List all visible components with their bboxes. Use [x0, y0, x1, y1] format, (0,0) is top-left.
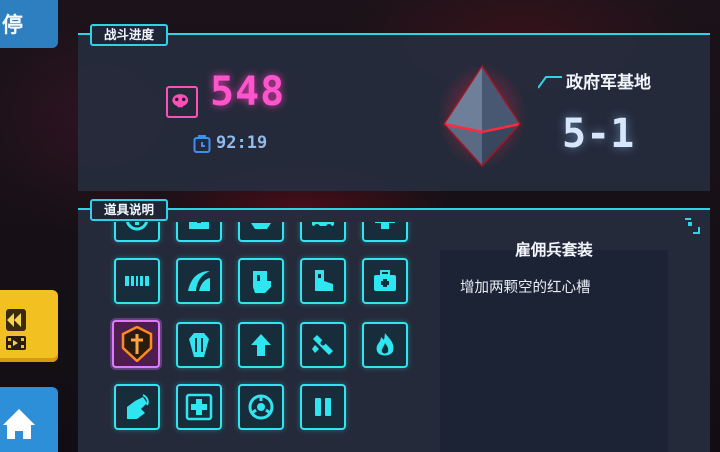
score-value: 548 — [210, 69, 286, 115]
timer-icon — [193, 135, 211, 153]
target-icon — [248, 394, 274, 420]
item-description-tab: 道具说明 — [90, 199, 169, 221]
stage-crystal-icon — [438, 64, 526, 168]
boot-icon — [315, 270, 333, 291]
home-icon — [3, 409, 35, 439]
cup-icon — [251, 223, 271, 229]
item-description-panel: 道具说明 雇佣兵套装 增加两颗空的红心槽 — [78, 199, 710, 452]
car-icon — [312, 222, 334, 230]
hand-fire-icon — [127, 394, 149, 419]
pause-label: 停 — [2, 13, 23, 37]
item-coffin[interactable] — [176, 322, 222, 368]
item-pause-bars[interactable] — [300, 384, 346, 430]
item-chest[interactable] — [176, 222, 222, 242]
item-detail-description: 增加两颗空的红心槽 — [460, 280, 591, 296]
chest-icon — [189, 222, 209, 229]
item-coin[interactable] — [114, 222, 160, 242]
fire-icon — [376, 333, 394, 356]
dagger-shield-icon — [121, 326, 153, 362]
pause-bars-icon — [315, 398, 331, 416]
item-detail-title: 雇佣兵套装 — [515, 241, 593, 259]
item-target[interactable] — [238, 384, 284, 430]
medkit-icon — [374, 270, 396, 291]
battle-progress-tab: 战斗进度 — [90, 24, 169, 46]
health-cross-icon — [375, 222, 395, 229]
plus-icon — [185, 393, 213, 421]
item-arrow-up[interactable] — [238, 322, 284, 368]
item-grid[interactable] — [98, 222, 428, 452]
item-boot[interactable] — [300, 258, 346, 304]
coin-icon — [125, 222, 149, 231]
wave-icon — [188, 271, 210, 291]
arrow-up-icon — [251, 334, 271, 356]
expand-corner-icon[interactable] — [684, 218, 700, 234]
item-health-cross[interactable] — [362, 222, 408, 242]
rewind-video-icon — [6, 309, 26, 350]
item-plus[interactable] — [176, 384, 222, 430]
timer-value: 92:19 — [216, 133, 268, 153]
stage-name: 政府军基地 — [566, 73, 651, 93]
kills-skull-icon — [166, 86, 198, 118]
coffin-icon — [189, 333, 209, 357]
item-car[interactable] — [300, 222, 346, 242]
item-hand-fire[interactable] — [114, 384, 160, 430]
stage-pointer-line — [538, 76, 562, 89]
pause-button[interactable]: 停 — [0, 0, 58, 48]
belt-icon — [125, 276, 149, 286]
item-belt[interactable] — [114, 258, 160, 304]
item-wave[interactable] — [176, 258, 222, 304]
item-cup[interactable] — [238, 222, 284, 242]
rocket-icon — [312, 335, 333, 355]
item-mercenary-suit[interactable] — [112, 320, 160, 368]
battle-progress-panel: 战斗进度 548 92:19 政府军基地 5-1 — [78, 24, 710, 191]
glove-icon — [253, 271, 271, 293]
item-fire[interactable] — [362, 322, 408, 368]
home-button[interactable] — [0, 387, 58, 452]
rewind-video-button[interactable] — [0, 290, 58, 362]
item-medkit[interactable] — [362, 258, 408, 304]
stage-level: 5-1 — [562, 111, 635, 157]
item-rocket[interactable] — [300, 322, 346, 368]
item-glove[interactable] — [238, 258, 284, 304]
